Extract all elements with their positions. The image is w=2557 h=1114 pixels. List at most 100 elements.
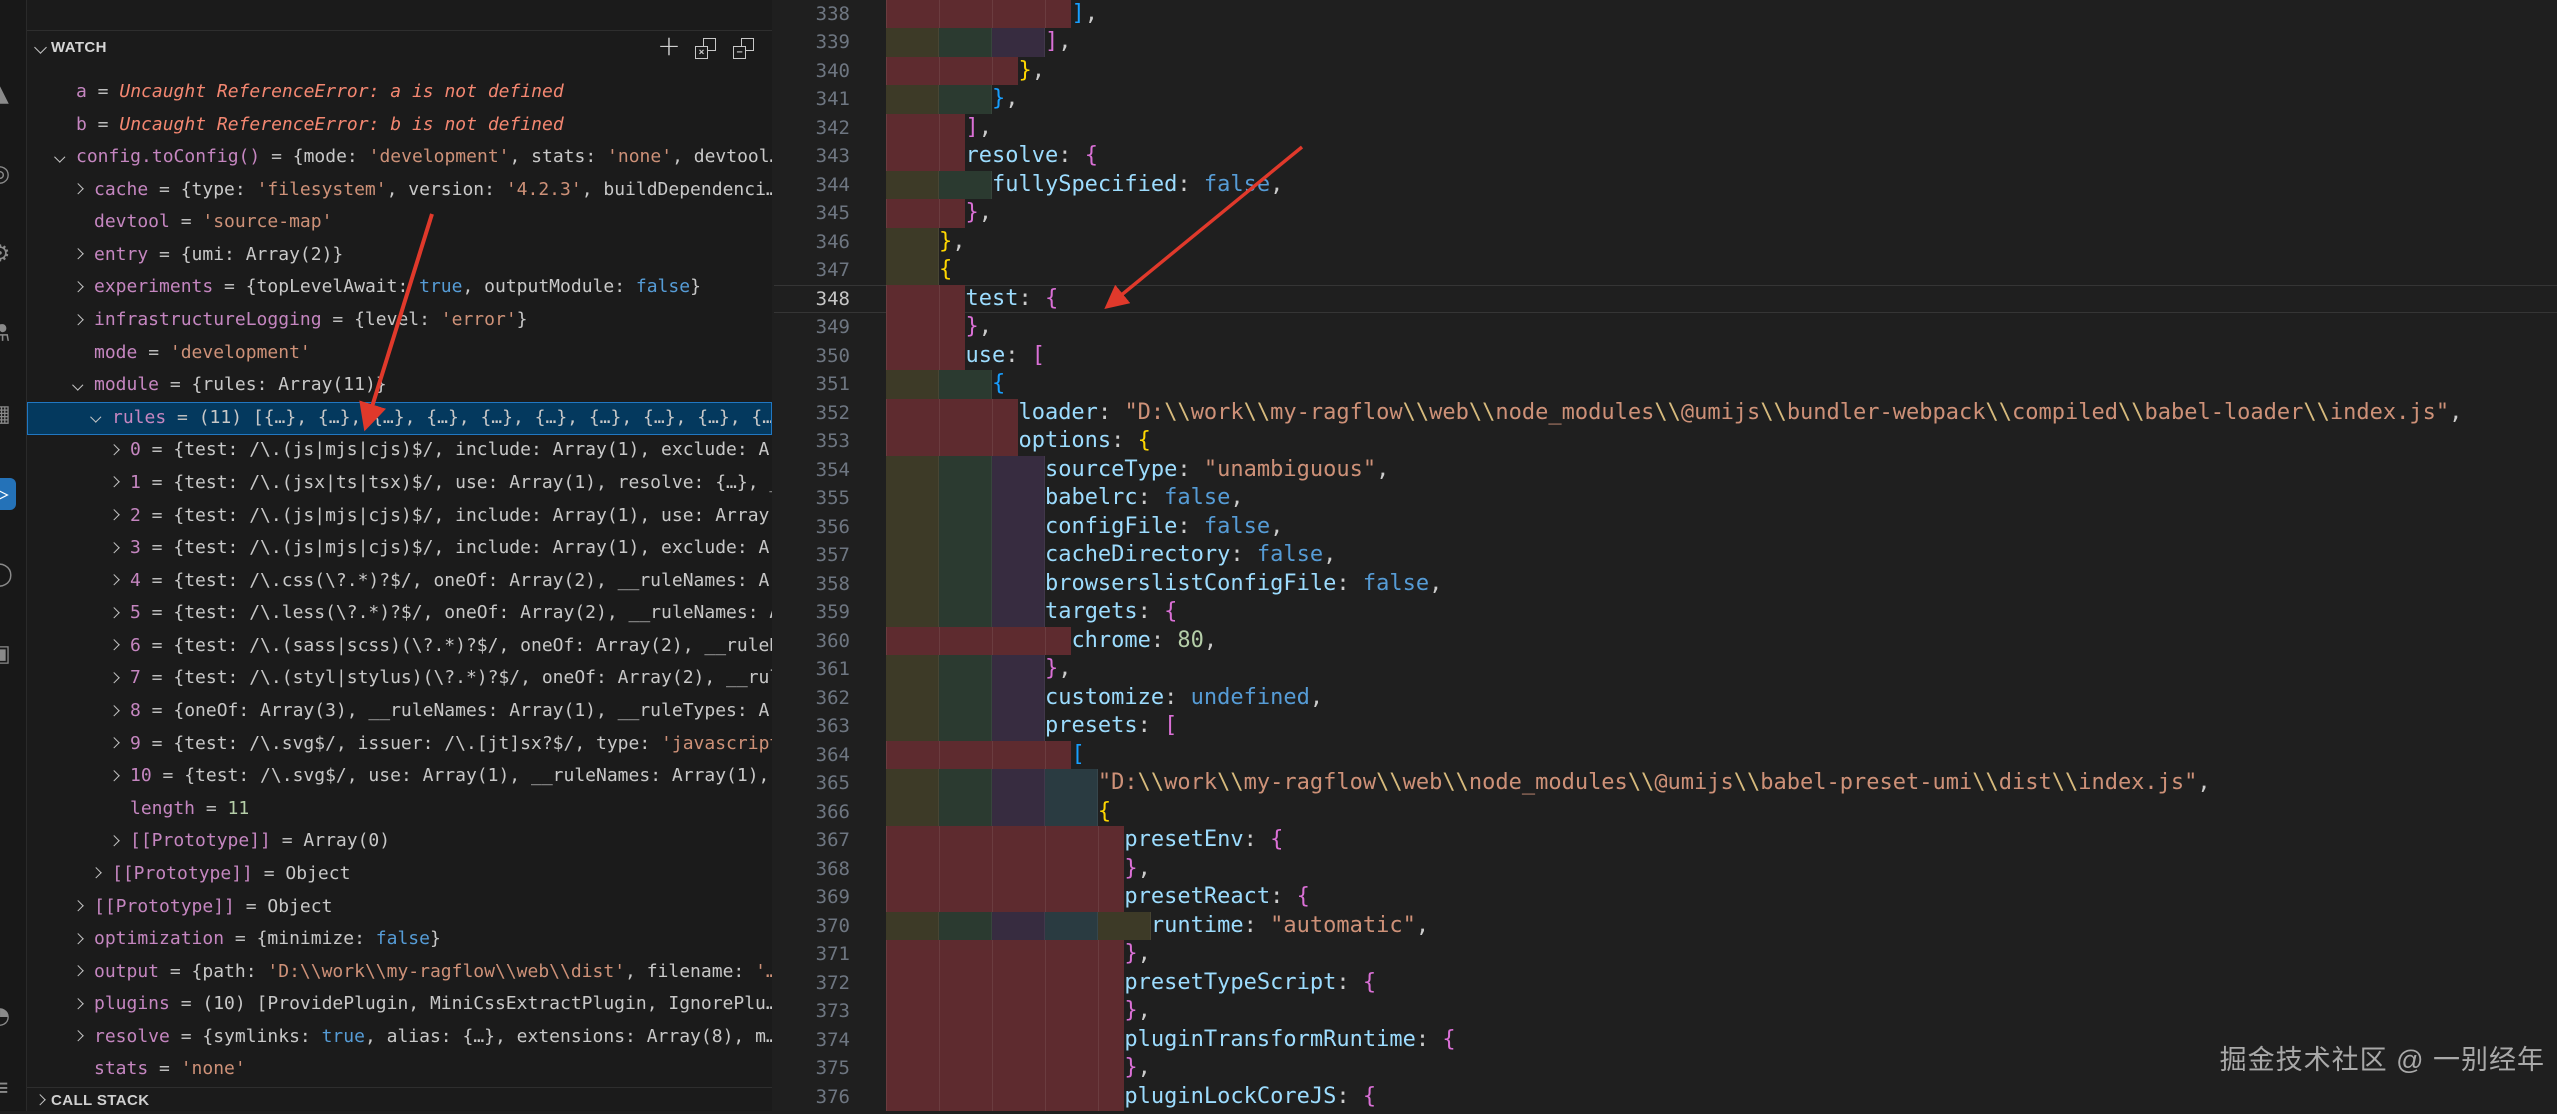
code-line[interactable]: 376 pluginLockCoreJS: { [774, 1083, 2557, 1111]
line-number[interactable]: 357 [774, 541, 850, 569]
twistie-closed-icon[interactable] [110, 500, 130, 533]
twistie-closed-icon[interactable] [110, 630, 130, 663]
line-number[interactable]: 345 [774, 199, 850, 227]
activity-bar-icon-5[interactable]: ▦ [0, 398, 16, 430]
code-line[interactable]: 372 presetTypeScript: { [774, 969, 2557, 997]
watch-row[interactable]: stats = 'none' [27, 1053, 772, 1086]
twistie-closed-icon[interactable] [110, 728, 130, 761]
code-line[interactable]: 363 presets: [ [774, 712, 2557, 740]
watch-row[interactable]: infrastructureLogging = {level: 'error'} [27, 304, 772, 337]
line-number[interactable]: 343 [774, 142, 850, 170]
activity-bar-icon-3[interactable]: ⚙ [0, 238, 16, 270]
code-line[interactable]: 347 { [774, 256, 2557, 284]
line-number[interactable]: 348 [774, 285, 850, 313]
watch-row[interactable]: optimization = {minimize: false} [27, 923, 772, 956]
watch-row[interactable]: resolve = {symlinks: true, alias: {…}, e… [27, 1021, 772, 1054]
watch-row[interactable]: experiments = {topLevelAwait: true, outp… [27, 271, 772, 304]
watch-row[interactable]: cache = {type: 'filesystem', version: '4… [27, 174, 772, 207]
watch-row[interactable]: output = {path: 'D:\\work\\my-ragflow\\w… [27, 956, 772, 989]
code-line[interactable]: 364 [ [774, 741, 2557, 769]
code-line[interactable]: 340 }, [774, 57, 2557, 85]
twistie-open-icon[interactable] [92, 402, 112, 435]
watch-row[interactable]: a = Uncaught ReferenceError: a is not de… [27, 76, 772, 109]
twistie-closed-icon[interactable] [110, 532, 130, 565]
watch-row[interactable]: 9 = {test: /\.svg$/, issuer: /\.[jt]sx?$… [27, 728, 772, 761]
line-number[interactable]: 376 [774, 1083, 850, 1111]
watch-row[interactable]: [[Prototype]] = Object [27, 891, 772, 924]
watch-row[interactable]: mode = 'development' [27, 337, 772, 370]
twistie-closed-icon[interactable] [110, 695, 130, 728]
twistie-closed-icon[interactable] [74, 1021, 94, 1054]
watch-row[interactable]: 8 = {oneOf: Array(3), __ruleNames: Array… [27, 695, 772, 728]
code-line[interactable]: 366 { [774, 798, 2557, 826]
add-expression-icon[interactable]: + [655, 31, 683, 61]
watch-row[interactable]: entry = {umi: Array(2)} [27, 239, 772, 272]
line-number[interactable]: 371 [774, 940, 850, 968]
remove-all-expressions-icon[interactable]: × [695, 38, 716, 59]
line-number[interactable]: 372 [774, 969, 850, 997]
twistie-closed-icon[interactable] [110, 597, 130, 630]
twistie-closed-icon[interactable] [74, 174, 94, 207]
line-number[interactable]: 340 [774, 57, 850, 85]
collapse-all-icon[interactable]: − [733, 38, 754, 59]
twistie-closed-icon[interactable] [74, 304, 94, 337]
activity-bar[interactable]: ◮◎⚙⚗▦▷◯▣◔≡ [0, 0, 27, 1111]
code-line[interactable]: 365 "D:\\work\\my-ragflow\\web\\node_mod… [774, 769, 2557, 797]
twistie-closed-icon[interactable] [74, 923, 94, 956]
code-line[interactable]: 344 fullySpecified: false, [774, 171, 2557, 199]
chevron-down-icon[interactable] [34, 41, 47, 54]
watch-row[interactable]: module = {rules: Array(11)} [27, 369, 772, 402]
code-line[interactable]: 369 presetReact: { [774, 883, 2557, 911]
line-number[interactable]: 369 [774, 883, 850, 911]
twistie-open-icon[interactable] [74, 369, 94, 402]
watch-row[interactable]: 7 = {test: /\.(styl|stylus)(\?.*)?$/, on… [27, 662, 772, 695]
code-line[interactable]: 358 browserslistConfigFile: false, [774, 570, 2557, 598]
twistie-open-icon[interactable] [56, 141, 76, 174]
line-number[interactable]: 356 [774, 513, 850, 541]
code-line[interactable]: 346 }, [774, 228, 2557, 256]
line-number[interactable]: 366 [774, 798, 850, 826]
watch-row[interactable]: plugins = (10) [ProvidePlugin, MiniCssEx… [27, 988, 772, 1021]
line-number[interactable]: 351 [774, 370, 850, 398]
line-number[interactable]: 346 [774, 228, 850, 256]
code-line[interactable]: 362 customize: undefined, [774, 684, 2557, 712]
line-number[interactable]: 344 [774, 171, 850, 199]
watch-row[interactable]: 10 = {test: /\.svg$/, use: Array(1), __r… [27, 760, 772, 793]
twistie-closed-icon[interactable] [110, 434, 130, 467]
line-number[interactable]: 375 [774, 1054, 850, 1082]
activity-bar-icon-10[interactable]: ≡ [0, 1072, 16, 1104]
twistie-closed-icon[interactable] [74, 988, 94, 1021]
line-number[interactable]: 342 [774, 114, 850, 142]
watch-row[interactable]: rules = (11) [{…}, {…}, {…}, {…}, {…}, {… [27, 402, 772, 435]
twistie-closed-icon[interactable] [110, 760, 130, 793]
watch-row[interactable]: [[Prototype]] = Object [27, 858, 772, 891]
watch-row[interactable]: devtool = 'source-map' [27, 206, 772, 239]
line-number[interactable]: 360 [774, 627, 850, 655]
code-line[interactable]: 350 use: [ [774, 342, 2557, 370]
code-line[interactable]: 341 }, [774, 85, 2557, 113]
code-line[interactable]: 343 resolve: { [774, 142, 2557, 170]
code-line[interactable]: 371 }, [774, 940, 2557, 968]
twistie-closed-icon[interactable] [74, 956, 94, 989]
code-line[interactable]: 339 ], [774, 28, 2557, 56]
code-line[interactable]: 370 runtime: "automatic", [774, 912, 2557, 940]
code-line[interactable]: 373 }, [774, 997, 2557, 1025]
watch-row[interactable]: 4 = {test: /\.css(\?.*)?$/, oneOf: Array… [27, 565, 772, 598]
activity-bar-icon-6[interactable]: ▷ [0, 478, 16, 510]
line-number[interactable]: 373 [774, 997, 850, 1025]
line-number[interactable]: 367 [774, 826, 850, 854]
watch-row[interactable]: 2 = {test: /\.(js|mjs|cjs)$/, include: A… [27, 500, 772, 533]
twistie-closed-icon[interactable] [74, 271, 94, 304]
code-line[interactable]: 353 options: { [774, 427, 2557, 455]
line-number[interactable]: 359 [774, 598, 850, 626]
code-line[interactable]: 342 ], [774, 114, 2557, 142]
code-line[interactable]: 349 }, [774, 313, 2557, 341]
watch-row[interactable]: b = Uncaught ReferenceError: b is not de… [27, 109, 772, 142]
code-line[interactable]: 352 loader: "D:\\work\\my-ragflow\\web\\… [774, 399, 2557, 427]
watch-row[interactable]: 6 = {test: /\.(sass|scss)(\?.*)?$/, oneO… [27, 630, 772, 663]
code-line[interactable]: 367 presetEnv: { [774, 826, 2557, 854]
line-number[interactable]: 350 [774, 342, 850, 370]
watch-row[interactable]: [[Prototype]] = Array(0) [27, 825, 772, 858]
line-number[interactable]: 338 [774, 0, 850, 28]
activity-bar-icon-1[interactable]: ◮ [0, 78, 16, 110]
